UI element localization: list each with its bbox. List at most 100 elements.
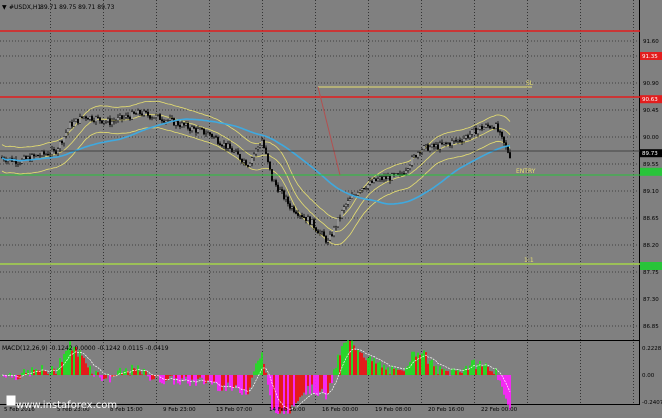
price-badge-label: 87.85 xyxy=(642,264,658,270)
macd-bar xyxy=(407,365,409,375)
macd-bar xyxy=(143,368,145,375)
candle-body xyxy=(178,125,181,128)
macd-bar xyxy=(311,375,313,385)
macd-bar xyxy=(95,370,97,375)
macd-bar xyxy=(101,375,103,381)
price-badge: 91.35 xyxy=(640,52,662,60)
macd-bar xyxy=(303,375,305,393)
macd-tick-label: -0.2407 xyxy=(642,400,662,406)
macd-bar xyxy=(81,355,83,375)
candle-body xyxy=(206,132,209,135)
candle-body xyxy=(59,141,62,149)
candle-body xyxy=(441,142,444,145)
macd-bar xyxy=(161,375,163,384)
macd-bar xyxy=(403,371,405,375)
price-tick-label: 88.20 xyxy=(643,243,659,249)
macd-bar xyxy=(447,371,449,375)
candle-body xyxy=(477,129,480,135)
time-axis-label: 13 Feb 07:00 xyxy=(216,407,253,413)
candle-body xyxy=(124,115,127,118)
ohlc-readout: 89.71 89.75 89.71 89.73 xyxy=(40,4,115,11)
candle-body xyxy=(273,180,276,182)
candle-body xyxy=(164,120,167,123)
time-axis-label: 16 Feb 00:00 xyxy=(322,407,359,413)
macd-bar xyxy=(231,375,233,391)
candle-body xyxy=(467,135,470,138)
candle-body xyxy=(293,206,296,213)
macd-bar xyxy=(23,369,25,375)
macd-bar xyxy=(221,375,223,391)
macd-bar xyxy=(507,375,509,405)
macd-tick-label: 0.2228 xyxy=(642,346,662,352)
candle-body xyxy=(285,196,288,200)
candle-body xyxy=(86,117,89,120)
candle-body xyxy=(493,127,496,129)
macd-bar xyxy=(321,375,323,389)
macd-bar xyxy=(257,360,259,375)
candle-body xyxy=(295,211,298,214)
macd-bar xyxy=(179,375,181,385)
macd-bar xyxy=(453,368,455,375)
macd-bar xyxy=(59,358,61,375)
chart-menu-icon[interactable]: ▼ xyxy=(2,4,7,11)
price-tick-label: 87.75 xyxy=(643,270,659,276)
candle-body xyxy=(53,149,56,151)
candle-body xyxy=(481,125,484,130)
candle-body xyxy=(218,143,221,146)
candle-body xyxy=(188,128,191,131)
candle-body xyxy=(140,113,143,116)
macd-bar xyxy=(317,375,319,396)
candle-body xyxy=(200,128,203,130)
candle-body xyxy=(226,143,229,149)
candle-body xyxy=(399,173,402,175)
candle-body xyxy=(279,189,282,192)
candle-body xyxy=(224,143,227,149)
candle-body xyxy=(80,116,83,119)
macd-bar xyxy=(209,375,211,382)
candle-body xyxy=(445,142,448,144)
chart-canvas[interactable]: SL ENTRY 1:1 91.60 91.35 90.90 90.45 90.00 89… xyxy=(0,0,662,418)
candle-body xyxy=(405,170,408,174)
macd-bar xyxy=(255,363,257,375)
candle-body xyxy=(401,173,404,175)
candle-body xyxy=(389,176,392,181)
entry-label: ENTRY xyxy=(516,168,536,175)
macd-bar xyxy=(85,363,87,375)
candle-body xyxy=(301,215,304,218)
macd-tick-label: 0.00 xyxy=(642,373,655,379)
candle-body xyxy=(126,115,129,118)
price-tick-label: 87.30 xyxy=(643,297,659,303)
candle-body xyxy=(383,176,386,180)
candle-body xyxy=(433,143,436,148)
candle-body xyxy=(465,135,468,139)
macd-bar xyxy=(31,367,33,375)
candle-body xyxy=(238,154,241,160)
candle-body xyxy=(347,200,350,205)
candle-body xyxy=(148,115,151,119)
macd-bar xyxy=(159,375,161,383)
macd-bar xyxy=(465,365,467,375)
candle-body xyxy=(130,111,133,120)
candle-body xyxy=(190,126,193,131)
macd-bar xyxy=(439,366,441,375)
macd-bar xyxy=(203,375,205,385)
candle-body xyxy=(449,142,452,146)
macd-bar xyxy=(9,373,11,375)
candle-body xyxy=(315,227,318,231)
candle-body xyxy=(463,138,466,142)
macd-bar xyxy=(373,358,375,375)
price-tick-label: 89.55 xyxy=(643,162,659,168)
macd-bar xyxy=(309,375,311,394)
macd-bar xyxy=(233,375,235,388)
candle-body xyxy=(325,235,328,243)
macd-bar xyxy=(295,375,297,403)
candle-body xyxy=(453,140,456,142)
candle-body xyxy=(461,141,464,143)
macd-bar xyxy=(43,370,45,375)
macd-bar xyxy=(65,350,67,375)
candle-body xyxy=(98,117,101,121)
macd-bar xyxy=(459,372,461,375)
macd-bar xyxy=(429,360,431,375)
candle-body xyxy=(76,118,79,124)
candle-body xyxy=(186,123,189,129)
